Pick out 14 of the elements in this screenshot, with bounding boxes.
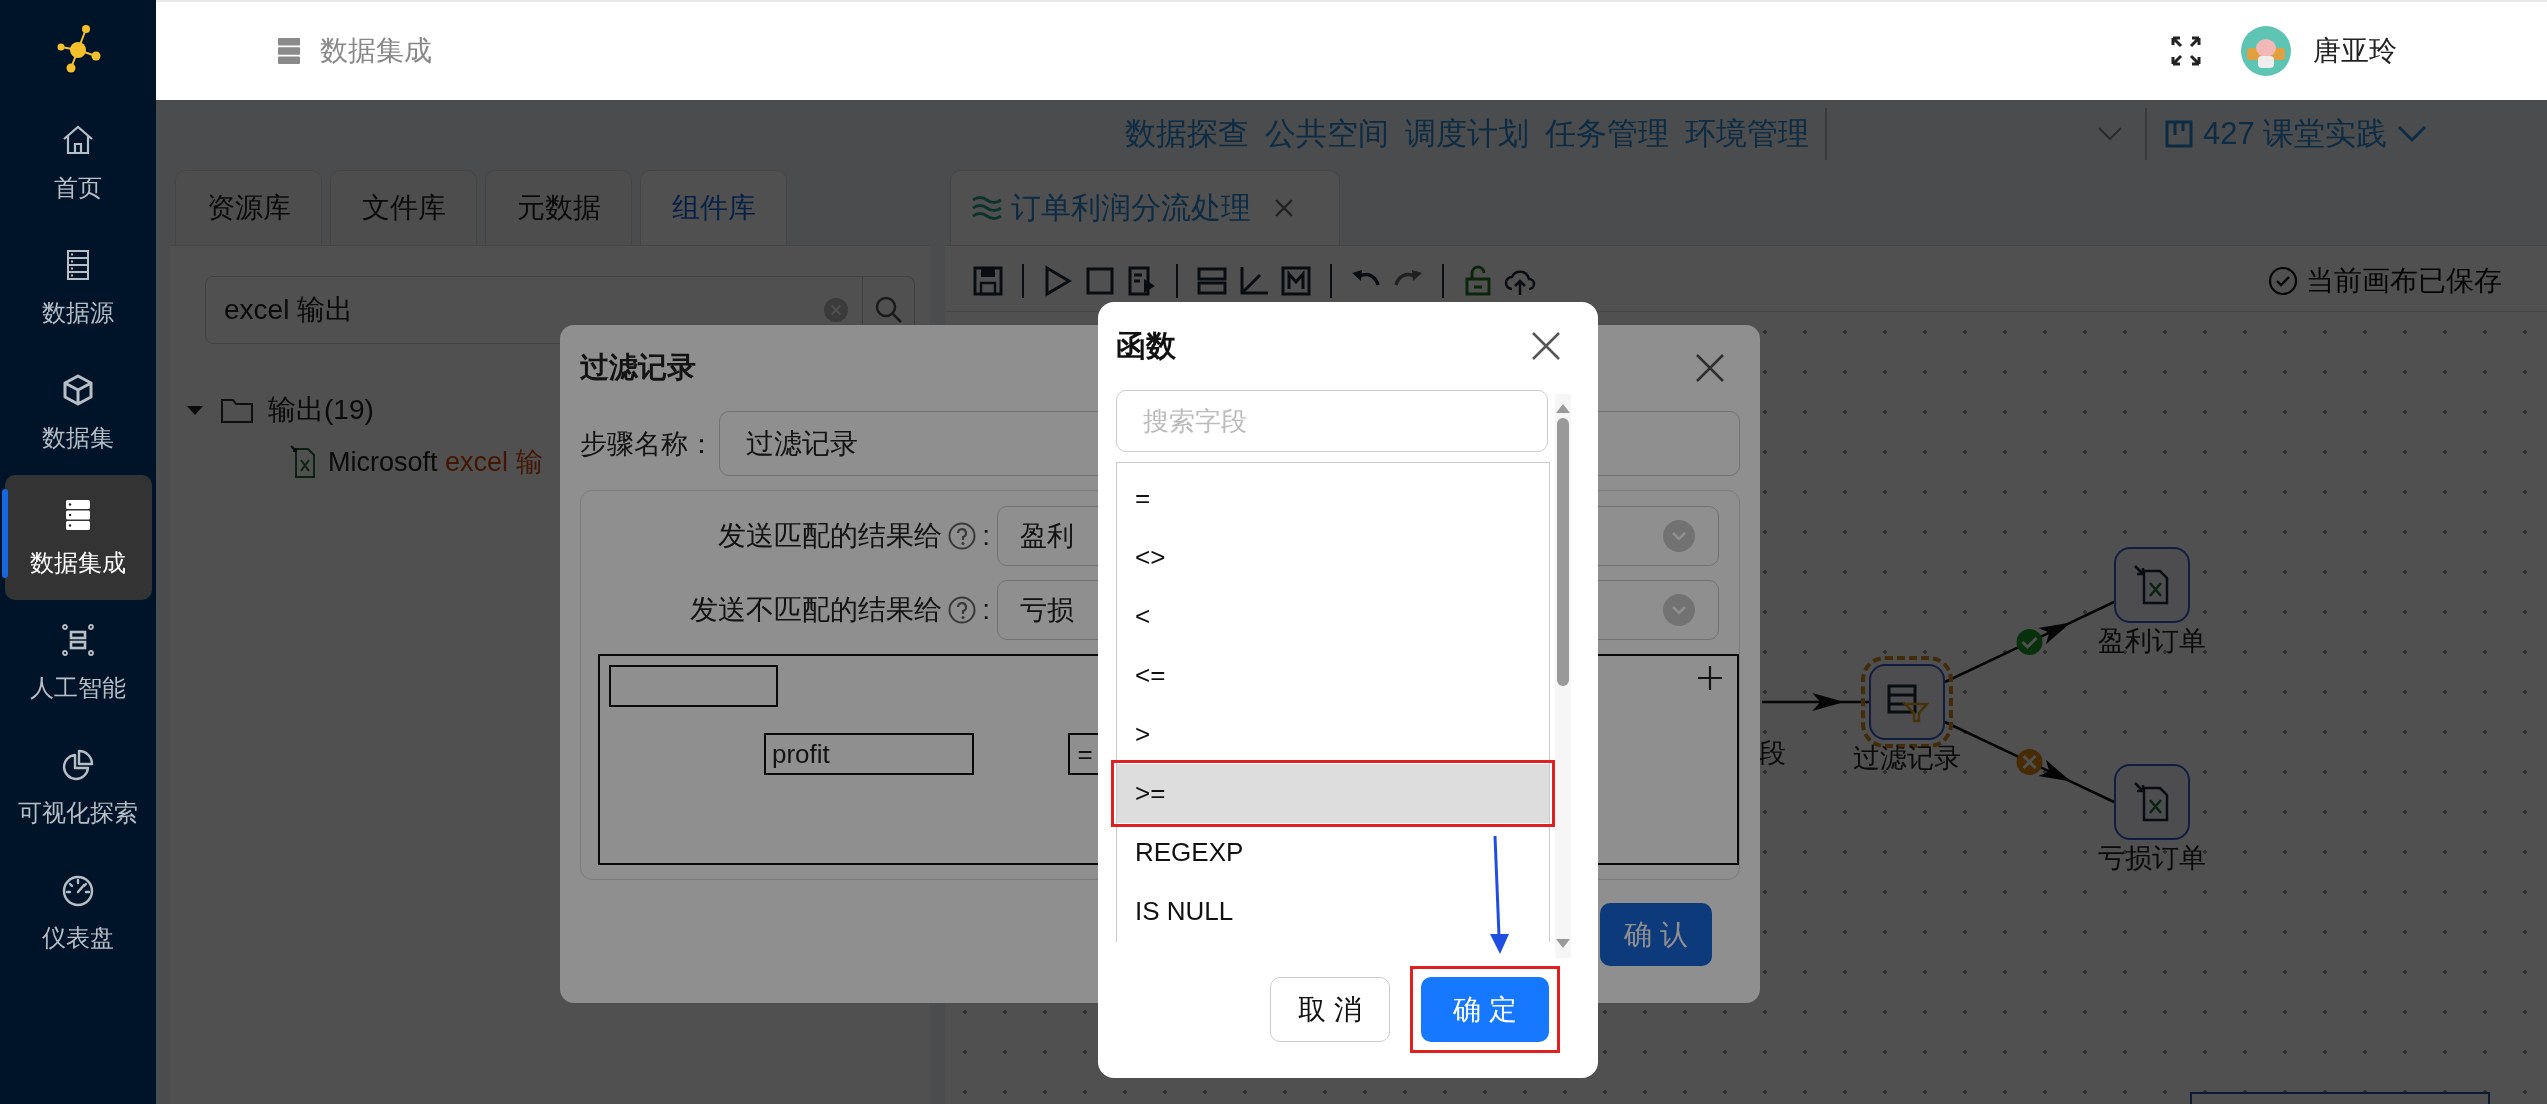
save-status: 当前画布已保存 bbox=[2306, 264, 2502, 298]
user-name: 唐亚玲 bbox=[2313, 34, 2397, 68]
label-colon: : bbox=[982, 594, 990, 626]
node-label: 过滤记录 bbox=[1853, 743, 1961, 773]
breadcrumb: 数据集成 bbox=[320, 34, 432, 68]
node-label: 盈利订单 bbox=[2098, 626, 2206, 656]
node-label: 段 bbox=[1759, 737, 1786, 770]
field-label: 发送匹配的结果给 bbox=[718, 519, 943, 553]
field-label: 发送不匹配的结果给 bbox=[690, 593, 943, 627]
dialog-title: 过滤记录 bbox=[580, 350, 696, 385]
label-colon: : bbox=[982, 520, 990, 552]
node-label: 亏损订单 bbox=[2098, 843, 2206, 873]
field-label: 步骤名称： bbox=[580, 427, 715, 461]
dialog-title: 函数 bbox=[1116, 327, 1176, 364]
